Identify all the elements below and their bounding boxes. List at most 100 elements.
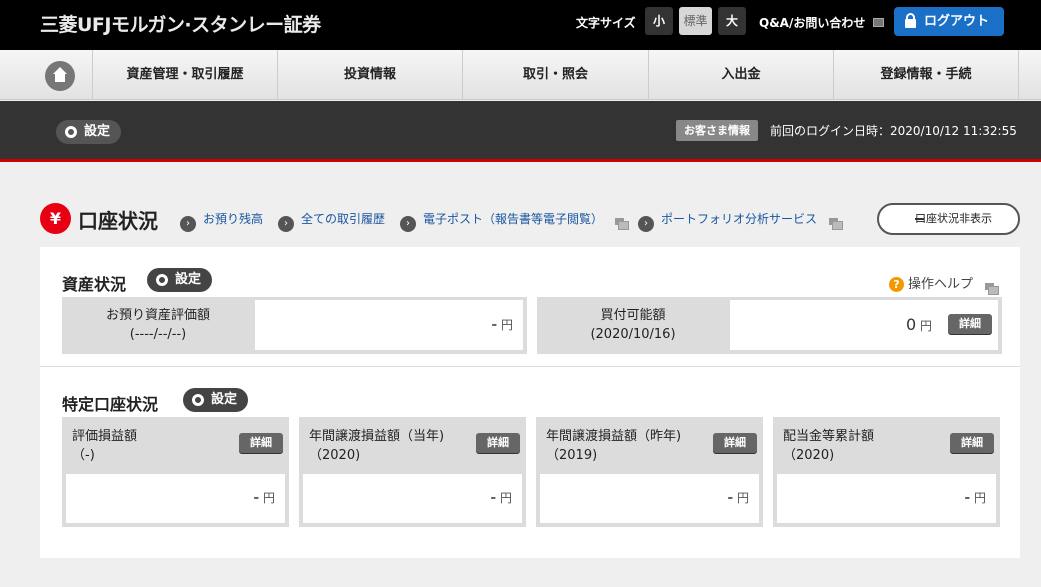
yen-unit: 円 xyxy=(500,318,513,332)
top-header: 三菱UFJモルガン·スタンレー証券 文字サイズ 小 標準 大 Q&A/お問い合わ… xyxy=(0,0,1041,50)
buying-power-detail-button[interactable]: 詳細 xyxy=(948,314,992,334)
annual-pl-previous-label: 年間譲渡損益額（昨年) （2019) xyxy=(546,427,681,465)
link-all-history[interactable]: › 全ての取引履歴 xyxy=(278,210,385,232)
card-value: - xyxy=(490,490,497,506)
annual-pl-current-label: 年間譲渡損益額（当年) （2020) xyxy=(309,427,444,465)
specific-settings-button[interactable]: 設定 xyxy=(183,388,249,412)
specific-account-title: 特定口座状況 xyxy=(62,395,159,414)
last-login-text: 前回のログイン日時：2020/10/12 11:32:55 xyxy=(770,124,1017,138)
unrealized-pl-value: - 円 xyxy=(66,474,285,523)
annual-pl-current-card: 年間譲渡損益額（当年) （2020) 詳細 - 円 xyxy=(299,417,526,527)
settings-button[interactable]: 設定 xyxy=(56,120,122,144)
asset-valuation-date: (----/--/--) xyxy=(129,327,187,342)
settings-label: 設定 xyxy=(211,392,238,407)
card-sublabel: （2019) xyxy=(546,448,598,463)
qa-link[interactable]: Q&A/お問い合わせ xyxy=(759,14,865,31)
lock-icon xyxy=(905,13,916,29)
yen-unit: 円 xyxy=(973,491,986,505)
card-sublabel: （2020) xyxy=(783,448,835,463)
asset-valuation-number: - xyxy=(491,317,498,333)
dividend-total-detail-button[interactable]: 詳細 xyxy=(950,433,994,453)
new-window-icon xyxy=(615,218,630,230)
link-label: ポートフォリオ分析サービス xyxy=(661,212,818,226)
page-title: 口座状況 xyxy=(78,209,158,233)
nav-item-registration[interactable]: 登録情報・手続 xyxy=(834,50,1019,100)
section-divider xyxy=(40,366,1020,367)
buying-power-label-text: 買付可能額 xyxy=(600,308,666,323)
unrealized-pl-detail-button[interactable]: 詳細 xyxy=(239,433,283,453)
home-button[interactable] xyxy=(0,50,93,100)
dividend-total-value: - 円 xyxy=(777,474,996,523)
settings-label: 設定 xyxy=(175,272,202,287)
new-window-icon xyxy=(829,218,844,230)
hide-account-status-button[interactable]: 口座状況非表示 xyxy=(877,203,1020,235)
buying-power-date: (2020/10/16) xyxy=(590,327,676,342)
unrealized-pl-label: 評価損益額 （-) xyxy=(72,427,137,465)
sub-header-bar: 設定 お客さま情報 前回のログイン日時：2020/10/12 11:32:55 xyxy=(0,101,1041,162)
buying-power-number: 0 xyxy=(905,315,917,334)
company-logo[interactable]: 三菱UFJモルガン·スタンレー証券 xyxy=(40,10,321,37)
card-value: - xyxy=(964,490,971,506)
annual-pl-previous-detail-button[interactable]: 詳細 xyxy=(713,433,757,453)
font-size-small-button[interactable]: 小 xyxy=(645,7,673,35)
card-sublabel: （-) xyxy=(72,448,95,463)
asset-status-title: 資産状況 xyxy=(62,275,127,294)
nav-item-deposit-withdrawal[interactable]: 入出金 xyxy=(649,50,834,100)
help-label: 操作ヘルプ xyxy=(908,277,974,292)
card-value: - xyxy=(727,490,734,506)
arrow-right-icon: › xyxy=(180,216,196,232)
settings-label: 設定 xyxy=(84,124,111,139)
arrow-right-icon: › xyxy=(278,216,294,232)
link-deposit-balance[interactable]: › お預り残高 xyxy=(180,210,263,232)
card-label: 年間譲渡損益額（当年) xyxy=(309,429,445,444)
asset-valuation-card: お預り資産評価額 (----/--/--) - 円 xyxy=(62,297,527,354)
minus-icon xyxy=(915,218,924,220)
yen-unit: 円 xyxy=(919,319,932,333)
asset-valuation-label-text: お預り資産評価額 xyxy=(105,308,210,323)
asset-valuation-label: お預り資産評価額 (----/--/--) xyxy=(62,306,254,344)
new-window-icon xyxy=(873,18,884,27)
annual-pl-current-value: - 円 xyxy=(303,474,522,523)
dividend-total-label: 配当金等累計額 （2020) xyxy=(783,427,874,465)
hide-label: 口座状況非表示 xyxy=(915,212,992,225)
new-window-icon xyxy=(985,283,1000,295)
logout-button[interactable]: ログアウト xyxy=(894,7,1004,36)
yen-icon: ¥ xyxy=(40,203,71,234)
asset-settings-button[interactable]: 設定 xyxy=(147,268,213,292)
annual-pl-previous-card: 年間譲渡損益額（昨年) （2019) 詳細 - 円 xyxy=(536,417,763,527)
font-size-label: 文字サイズ xyxy=(576,16,636,30)
font-size-large-button[interactable]: 大 xyxy=(718,7,746,35)
question-icon: ? xyxy=(889,277,904,292)
card-sublabel: （2020) xyxy=(309,448,361,463)
customer-info-button[interactable]: お客さま情報 xyxy=(676,120,758,141)
link-electronic-post[interactable]: › 電子ポスト（報告書等電子閲覧） xyxy=(400,210,630,232)
buying-power-card: 買付可能額 (2020/10/16) 0 円 詳細 xyxy=(537,297,1002,354)
yen-unit: 円 xyxy=(499,491,512,505)
yen-unit: 円 xyxy=(736,491,749,505)
asset-valuation-value: - 円 xyxy=(255,300,523,350)
buying-power-label: 買付可能額 (2020/10/16) xyxy=(537,306,729,344)
arrow-right-icon: › xyxy=(638,216,654,232)
card-label: 配当金等累計額 xyxy=(783,429,875,444)
link-label: 電子ポスト（報告書等電子閲覧） xyxy=(423,212,604,226)
link-portfolio-analysis[interactable]: › ポートフォリオ分析サービス xyxy=(638,210,844,232)
main-nav: 資産管理・取引履歴 投資情報 取引・照会 入出金 登録情報・手続 xyxy=(0,50,1041,100)
card-value: - xyxy=(253,490,260,506)
unrealized-pl-card: 評価損益額 （-) 詳細 - 円 xyxy=(62,417,289,527)
gear-icon xyxy=(65,126,77,138)
annual-pl-previous-value: - 円 xyxy=(540,474,759,523)
nav-item-trading[interactable]: 取引・照会 xyxy=(463,50,649,100)
link-label: 全ての取引履歴 xyxy=(301,212,386,226)
gear-icon xyxy=(192,394,204,406)
help-link[interactable]: ? 操作ヘルプ xyxy=(889,273,1000,295)
yen-unit: 円 xyxy=(262,491,275,505)
annual-pl-current-detail-button[interactable]: 詳細 xyxy=(476,433,520,453)
font-size-standard-button[interactable]: 標準 xyxy=(679,7,712,35)
home-icon xyxy=(45,61,75,91)
nav-item-asset-management[interactable]: 資産管理・取引履歴 xyxy=(93,50,278,100)
nav-item-investment-info[interactable]: 投資情報 xyxy=(278,50,463,100)
card-label: 年間譲渡損益額（昨年) xyxy=(546,429,682,444)
gear-icon xyxy=(156,274,168,286)
link-label: お預り残高 xyxy=(203,212,264,226)
arrow-right-icon: › xyxy=(400,216,416,232)
